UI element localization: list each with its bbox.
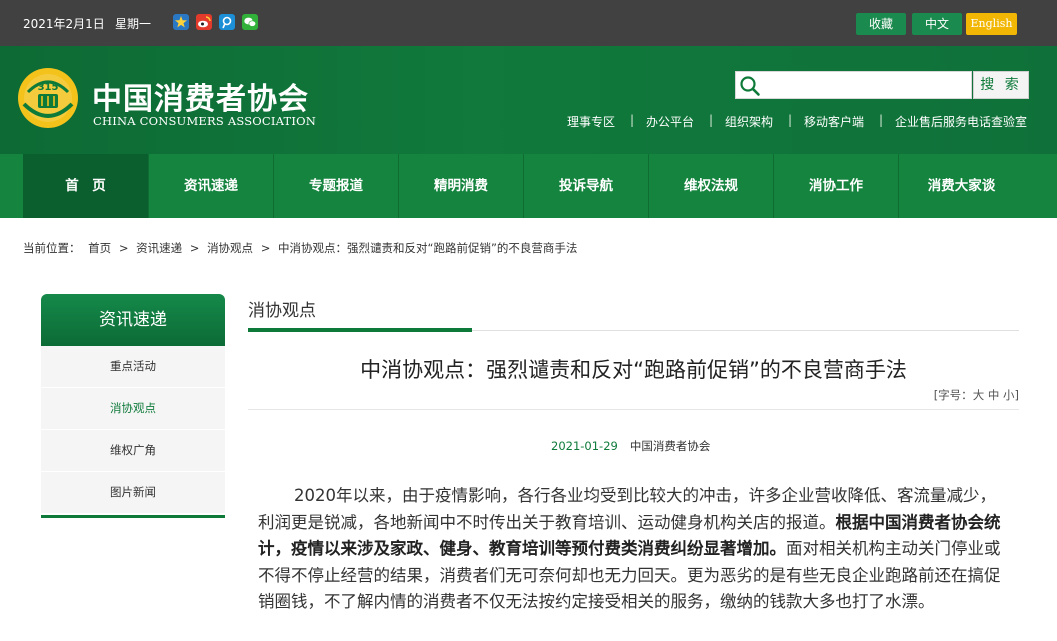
breadcrumb-viewpoint[interactable]: 消协观点 [207,241,253,255]
search-button[interactable]: 搜 索 [973,71,1029,99]
chinese-button[interactable]: 中文 [912,13,962,35]
current-weekday: 星期一 [115,17,152,31]
font-size-small[interactable]: 小 [1003,388,1015,402]
breadcrumb-news[interactable]: 资讯速递 [136,241,182,255]
breadcrumb-separator: > [189,241,200,255]
font-size-medium[interactable]: 中 [988,388,1000,402]
section-title: 消协观点 [248,301,316,321]
sidebar-list: 重点活动 消协观点 维权广角 图片新闻 [41,346,225,514]
link-service-phone[interactable]: 企业售后服务电话查验室 [895,113,1027,130]
svg-text:315: 315 [38,82,59,93]
link-office[interactable]: 办公平台 [646,113,694,130]
link-council[interactable]: 理事专区 [567,113,615,130]
wechat-icon[interactable] [242,14,258,30]
main-nav: 首 页 资讯速递 专题报道 精明消费 投诉导航 维权法规 消协工作 消费大家谈 [0,154,1057,218]
english-button[interactable]: English [966,13,1017,35]
breadcrumb-separator: > [118,241,129,255]
nav-rights-laws[interactable]: 维权法规 [649,154,774,218]
font-size-label: [字号： [933,388,973,402]
site-name-en: CHINA CONSUMERS ASSOCIATION [93,114,317,128]
sidebar-item-rights-corner[interactable]: 维权广角 [41,430,225,472]
link-separator: | [630,113,635,127]
nav-home[interactable]: 首 页 [23,154,149,218]
font-size-large[interactable]: 大 [973,388,985,402]
link-mobile[interactable]: 移动客户端 [804,113,864,130]
sidebar-item-photo-news[interactable]: 图片新闻 [41,472,225,514]
current-date: 2021年2月1日 [23,17,105,31]
sidebar-item-viewpoint[interactable]: 消协观点 [41,388,225,430]
breadcrumb-prefix: 当前位置： [23,241,81,255]
breadcrumb-separator: > [260,241,271,255]
search-input[interactable] [764,74,964,96]
article-divider [248,409,1019,410]
article-date: 2021-01-29 [551,439,618,453]
section-accent-bar [248,328,472,332]
link-separator: | [879,113,884,127]
sidebar-title: 资讯速递 [99,310,167,330]
nav-association-work[interactable]: 消协工作 [774,154,899,218]
search-icon [740,76,760,96]
nav-news[interactable]: 资讯速递 [149,154,274,218]
font-size-close: ] [1014,388,1020,402]
article-body: 2020年以来，由于疫情影响，各行各业均受到比较大的冲击，许多企业营收降低、客流… [258,483,1003,616]
breadcrumb-home[interactable]: 首页 [88,241,111,255]
site-name-cn: 中国消费者协会 [92,82,309,117]
weibo-icon[interactable] [196,14,212,30]
search-box [735,71,972,99]
link-separator: | [788,113,793,127]
cca-logo[interactable]: 315 [16,66,80,130]
sidebar-item-key-activities[interactable]: 重点活动 [41,346,225,388]
top-bar: 2021年2月1日 星期一 收藏 中文 English [0,0,1057,46]
breadcrumb: 当前位置： 首页 > 资讯速递 > 消协观点 > 中消协观点：强烈谴责和反对“跑… [23,240,581,256]
tencent-weibo-icon[interactable] [219,14,235,30]
sidebar-header: 资讯速递 [41,294,225,346]
nav-consumer-talk[interactable]: 消费大家谈 [899,154,1024,218]
site-header: 315 中国消费者协会 CHINA CONSUMERS ASSOCIATION … [0,46,1057,154]
font-size-control: [字号：大 中 小] [880,387,1019,403]
breadcrumb-current: 中消协观点：强烈谴责和反对“跑路前促销”的不良营商手法 [278,241,578,255]
link-separator: | [709,113,714,127]
article-source: 中国消费者协会 [629,439,711,453]
nav-smart-consumption[interactable]: 精明消费 [399,154,524,218]
qzone-icon[interactable] [173,14,189,30]
nav-complaint-guide[interactable]: 投诉导航 [524,154,649,218]
article-meta: 2021-01-29 中国消费者协会 [551,438,710,454]
favorite-button[interactable]: 收藏 [856,13,906,35]
nav-features[interactable]: 专题报道 [274,154,399,218]
article-title: 中消协观点：强烈谴责和反对“跑路前促销”的不良营商手法 [360,358,907,382]
sidebar-bottom-border [41,515,225,518]
link-organization[interactable]: 组织架构 [725,113,773,130]
